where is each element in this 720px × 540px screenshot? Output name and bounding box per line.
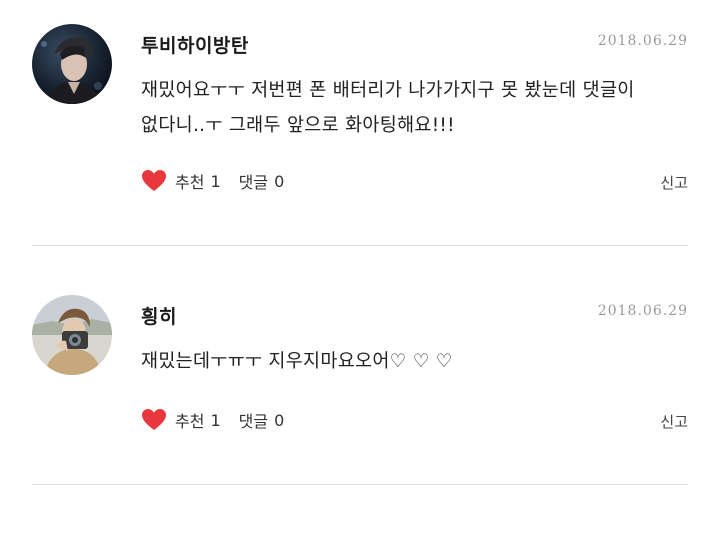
divider: [32, 245, 688, 246]
username[interactable]: 힁히: [141, 302, 177, 329]
reply-label[interactable]: 댓글: [239, 169, 268, 193]
reply-count: 0: [274, 171, 285, 191]
comment-list: 투비하이방탄 2018.06.29 재밌어요ㅜㅜ 저번편 폰 배터리가 나가가지…: [0, 0, 720, 540]
comment-date: 2018.06.29: [597, 303, 688, 319]
comment-actions: 추천 1 댓글 0: [141, 407, 284, 433]
report-button[interactable]: 신고: [660, 172, 688, 193]
avatar[interactable]: [32, 295, 112, 375]
comment-actions: 추천 1 댓글 0: [141, 168, 284, 194]
report-button[interactable]: 신고: [660, 411, 688, 432]
username[interactable]: 투비하이방탄: [141, 31, 249, 58]
reply-label[interactable]: 댓글: [239, 408, 268, 432]
like-count: 1: [210, 171, 221, 191]
comment-item: 투비하이방탄 2018.06.29 재밌어요ㅜㅜ 저번편 폰 배터리가 나가가지…: [0, 0, 720, 246]
comment-date: 2018.06.29: [597, 33, 688, 49]
comment-text: 재밌어요ㅜㅜ 저번편 폰 배터리가 나가가지구 못 봤눈데 댓글이 없다니..ㅜ…: [141, 73, 691, 143]
comment-text-line: 재밌는데ㅜㅠㅜ 지우지마요오어♡ ♡ ♡: [141, 351, 453, 372]
like-count: 1: [210, 410, 221, 430]
like-label[interactable]: 추천: [175, 169, 204, 193]
like-label[interactable]: 추천: [175, 408, 204, 432]
heart-icon[interactable]: [141, 169, 167, 193]
avatar[interactable]: [32, 24, 112, 104]
comment-text-line: 없다니..ㅜ 그래두 앞으로 화아팅해요!!!: [141, 115, 455, 136]
reply-count: 0: [274, 410, 285, 430]
comment-text: 재밌는데ㅜㅠㅜ 지우지마요오어♡ ♡ ♡: [141, 344, 691, 379]
comment-item: 힁히 2018.06.29 재밌는데ㅜㅠㅜ 지우지마요오어♡ ♡ ♡ 추천 1 …: [0, 247, 720, 485]
divider: [32, 484, 688, 485]
heart-icon[interactable]: [141, 408, 167, 432]
comment-text-line: 재밌어요ㅜㅜ 저번편 폰 배터리가 나가가지구 못 봤눈데 댓글이: [141, 80, 635, 101]
